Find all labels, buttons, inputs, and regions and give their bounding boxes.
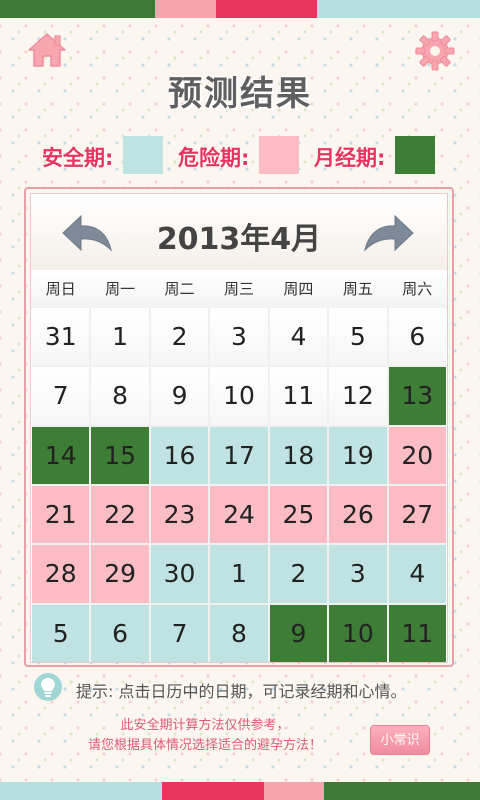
calendar-day[interactable]: 3 [329,545,387,603]
weekday-label: 周三 [223,280,254,298]
bottom-color-stripe [0,782,480,800]
weekday-label: 周日 [45,280,76,298]
disclaimer-line-1: 此安全期计算方法仅供参考， [120,718,290,733]
safe-period-label: 安全期: [42,146,114,170]
calendar-day[interactable]: 31 [32,308,90,366]
calendar-day[interactable]: 28 [32,545,90,603]
disclaimer: 此安全期计算方法仅供参考， 请您根据具体情况选择适合的避孕方法！ [40,716,370,756]
disclaimer-line-2: 请您根据具体情况选择适合的避孕方法！ [87,738,322,753]
calendar-day[interactable]: 6 [91,604,149,662]
calendar-day[interactable]: 14 [32,426,90,484]
weekday-label: 周一 [105,280,136,298]
menstrual-period-label: 月经期: [314,146,386,170]
safe-period-swatch [123,136,163,174]
calendar-day[interactable]: 30 [150,545,209,603]
weekday-label: 周六 [402,280,433,298]
calendar-day[interactable]: 2 [269,545,328,603]
legend: 安全期: 危险期: 月经期: [0,134,480,178]
calendar: 2013年4月 周日 周一 周二 周三 周四 周五 周六 31 1 2 3 4 5 6 7 8 9 10 11 12… [30,193,448,663]
calendar-day[interactable]: 12 [329,367,387,425]
calendar-day[interactable]: 1 [91,308,149,366]
calendar-day[interactable]: 4 [269,308,328,366]
calendar-day[interactable]: 21 [32,485,90,544]
calendar-day[interactable]: 11 [388,604,446,662]
top-color-stripe [0,0,480,18]
calendar-day[interactable]: 29 [91,545,149,603]
calendar-day[interactable]: 25 [269,485,328,544]
calendar-day[interactable]: 5 [32,604,90,662]
calendar-day[interactable]: 10 [329,604,387,662]
calendar-header: 2013年4月 [31,194,447,271]
next-month-button[interactable] [361,208,417,256]
calendar-day[interactable]: 3 [210,308,268,366]
calendar-day[interactable]: 15 [91,426,149,484]
calendar-day[interactable]: 26 [329,485,387,544]
calendar-day[interactable]: 22 [91,485,149,544]
calendar-day[interactable]: 8 [91,367,149,425]
calendar-day[interactable]: 4 [388,545,446,603]
calendar-day[interactable]: 5 [329,308,387,366]
menstrual-period-swatch [395,136,435,174]
weekday-label: 周五 [342,280,373,298]
calendar-day[interactable]: 8 [210,604,268,662]
calendar-day[interactable]: 10 [210,367,268,425]
tip-text: 提示: 点击日历中的日期，可记录经期和心情。 [76,682,407,701]
danger-period-label: 危险期: [178,146,250,170]
calendar-day[interactable]: 1 [210,545,268,603]
weekday-header: 周日 周一 周二 周三 周四 周五 周六 [31,270,447,309]
danger-period-swatch [259,136,299,174]
calendar-day[interactable]: 13 [388,367,446,425]
calendar-day[interactable]: 19 [329,426,387,484]
calendar-day[interactable]: 27 [388,485,446,544]
weekday-label: 周二 [164,280,195,298]
calendar-day[interactable]: 24 [210,485,268,544]
page-title: 预测结果 [168,74,312,114]
tips-button[interactable]: 小常识 [370,725,430,755]
calendar-day[interactable]: 18 [269,426,328,484]
calendar-day[interactable]: 7 [32,367,90,425]
calendar-day[interactable]: 16 [150,426,209,484]
calendar-day[interactable]: 11 [269,367,328,425]
weekday-label: 周四 [283,280,314,298]
calendar-day[interactable]: 6 [388,308,446,366]
calendar-day[interactable]: 7 [150,604,209,662]
calendar-day[interactable]: 2 [150,308,209,366]
calendar-day[interactable]: 23 [150,485,209,544]
calendar-day[interactable]: 9 [269,604,328,662]
home-icon[interactable] [26,30,68,70]
calendar-grid: 31 1 2 3 4 5 6 7 8 9 10 11 12 13 14 15 16 17 18 19 20 21 22 23 2… [32,308,446,662]
calendar-day[interactable]: 20 [388,426,446,484]
calendar-day[interactable]: 9 [150,367,209,425]
lightbulb-icon [34,673,62,701]
calendar-day[interactable]: 17 [210,426,268,484]
